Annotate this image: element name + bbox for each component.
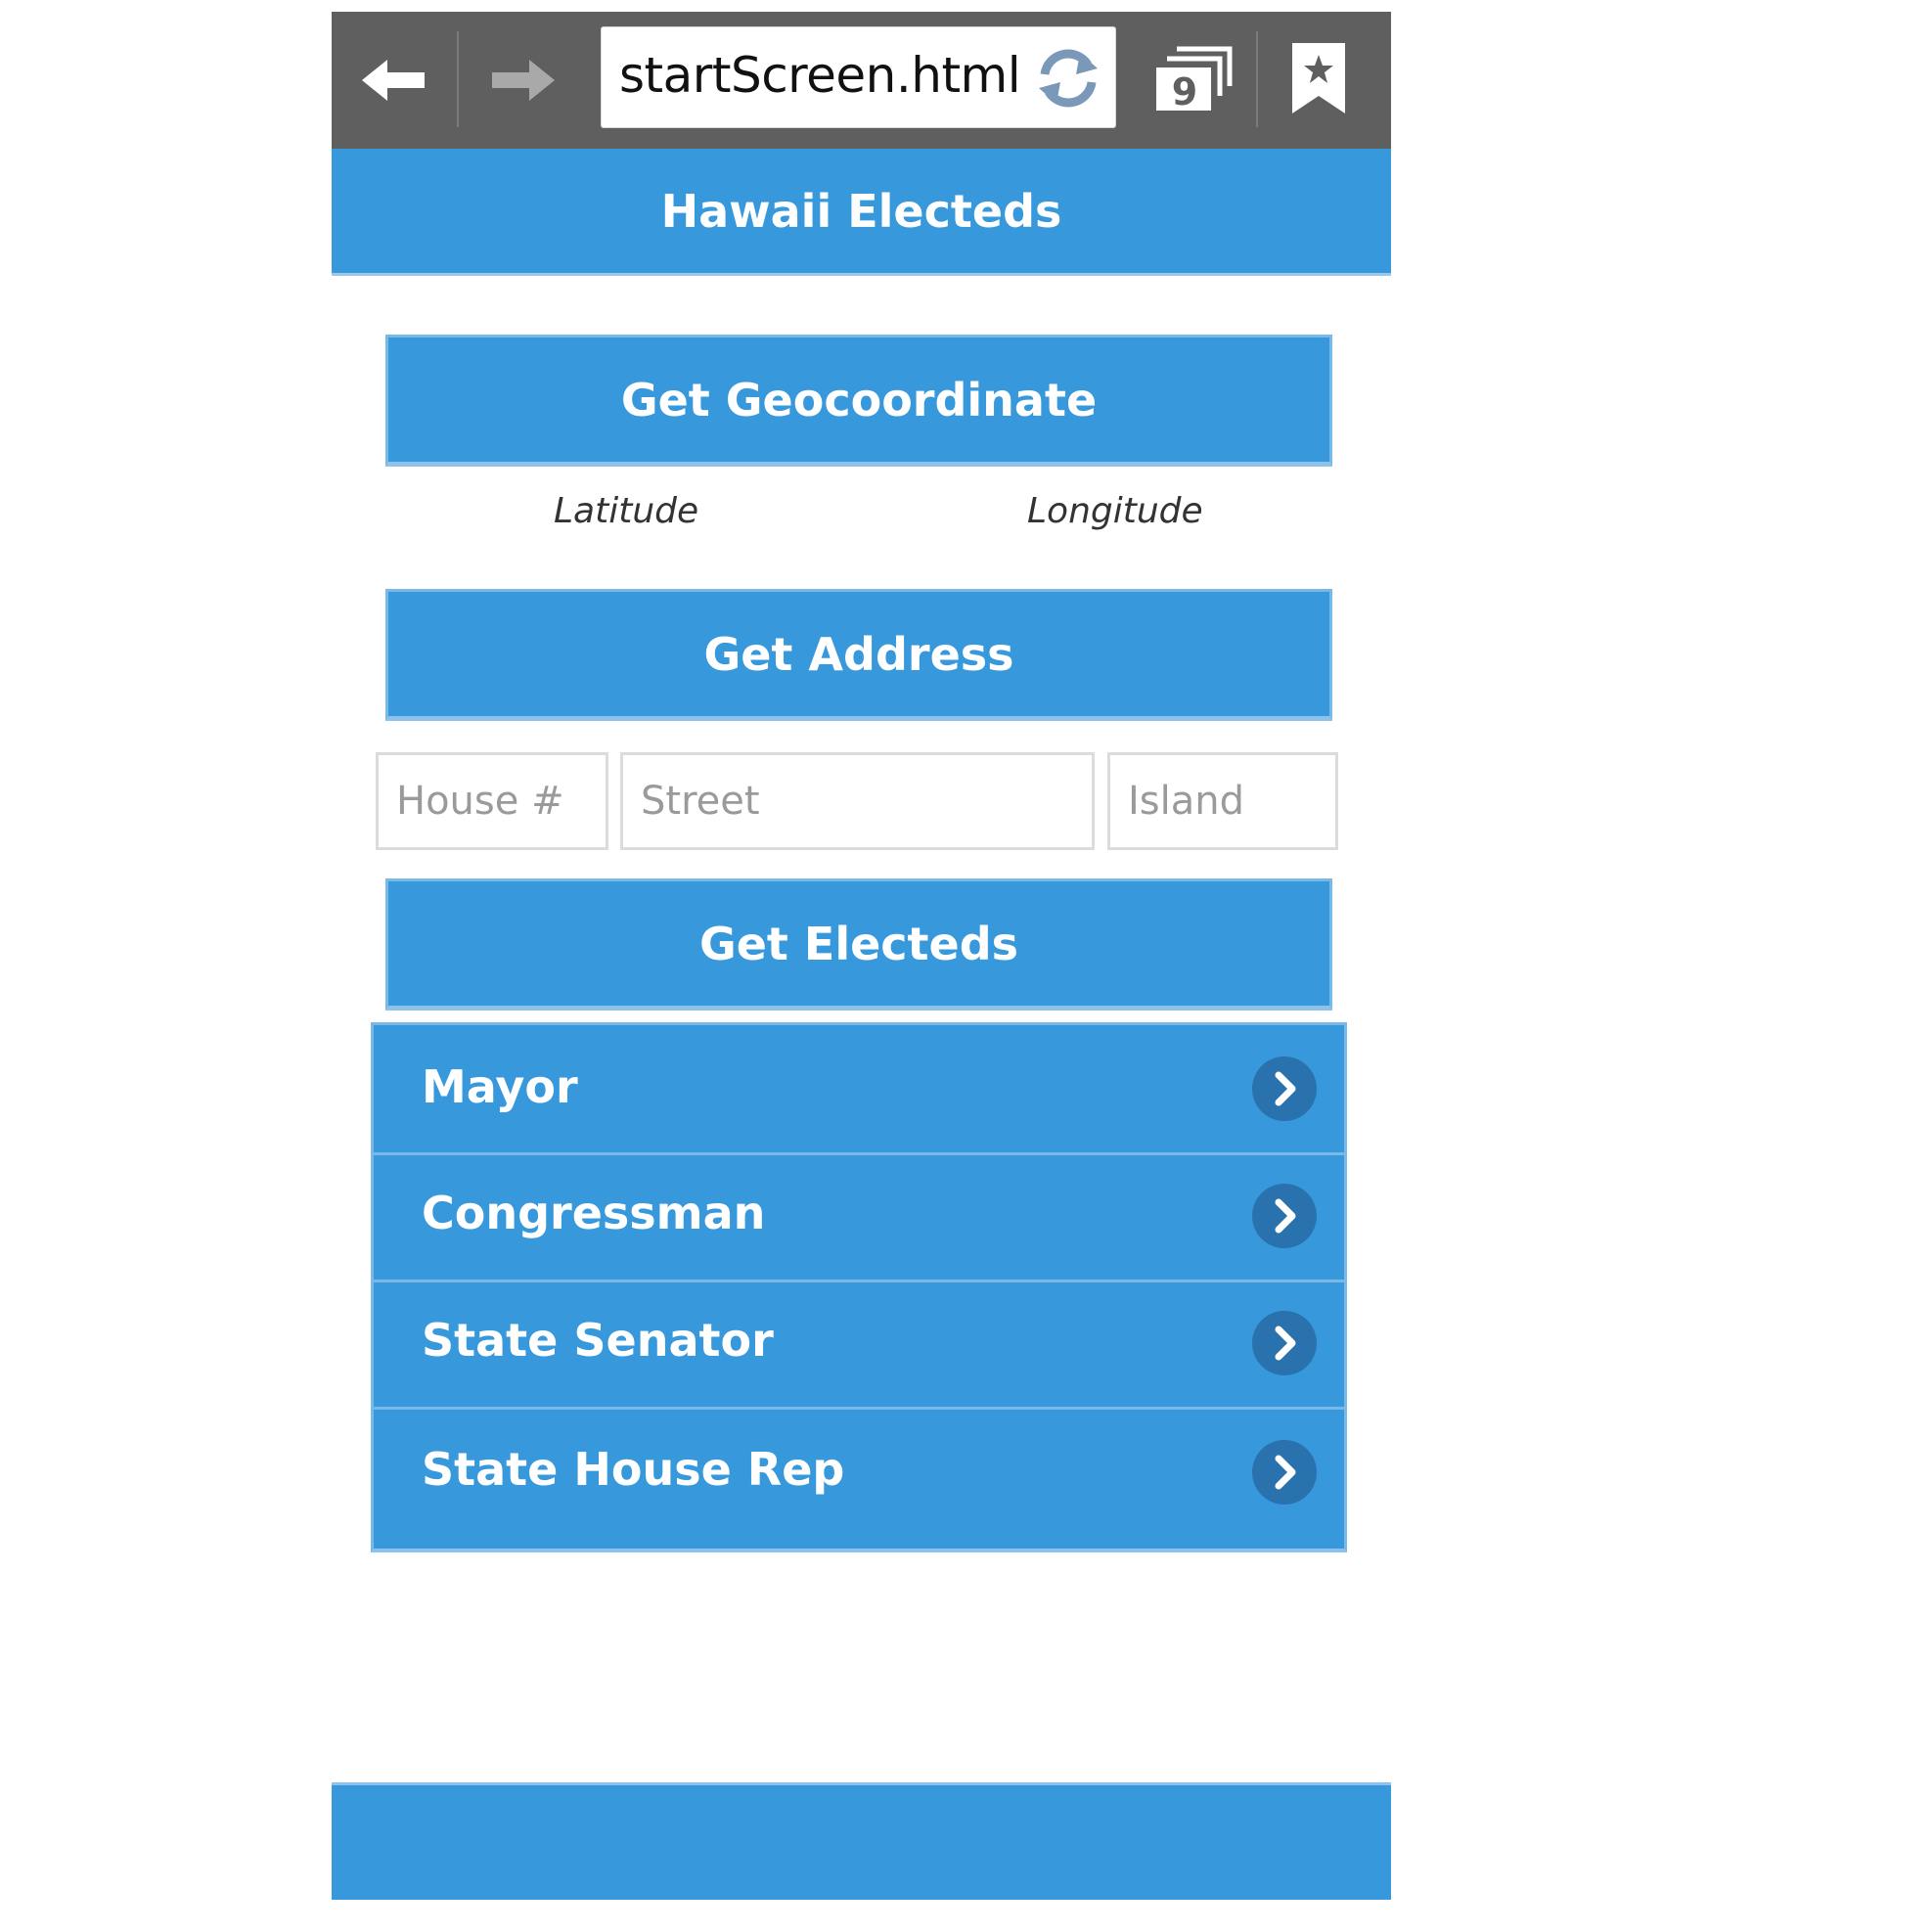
list-item-label: State Senator xyxy=(422,1314,774,1367)
page-title: Hawaii Electeds xyxy=(660,184,1062,238)
chevron-right-icon xyxy=(1252,1311,1317,1375)
list-item-congressman[interactable]: Congressman xyxy=(374,1152,1344,1280)
back-arrow-icon xyxy=(362,60,425,101)
browser-toolbar: startScreen.html 9 xyxy=(332,12,1391,149)
house-number-input[interactable] xyxy=(376,752,608,850)
chevron-right-icon xyxy=(1252,1440,1317,1505)
browser-viewport: startScreen.html 9 Hawaii Electeds Get G… xyxy=(332,12,1391,1900)
bookmark-button[interactable] xyxy=(1290,41,1347,115)
bookmark-icon xyxy=(1292,43,1345,113)
list-item-state-house-rep[interactable]: State House Rep xyxy=(374,1407,1344,1549)
list-item-label: Congressman xyxy=(422,1187,766,1239)
get-address-button[interactable]: Get Address xyxy=(385,589,1332,721)
back-button[interactable] xyxy=(332,12,457,149)
island-input[interactable] xyxy=(1107,752,1338,850)
officials-list: Mayor Congressman State Senator State Ho… xyxy=(371,1022,1347,1552)
url-text: startScreen.html xyxy=(619,47,1021,104)
street-input[interactable] xyxy=(620,752,1095,850)
app-header: Hawaii Electeds xyxy=(332,149,1391,276)
get-geocoordinate-button[interactable]: Get Geocoordinate xyxy=(385,335,1332,467)
chevron-right-icon xyxy=(1252,1184,1317,1248)
longitude-label: Longitude xyxy=(1027,491,1203,531)
tabs-button[interactable]: 9 xyxy=(1153,41,1237,119)
toolbar-divider xyxy=(1256,31,1258,127)
list-item-mayor[interactable]: Mayor xyxy=(374,1025,1344,1152)
list-item-label: State House Rep xyxy=(422,1443,845,1496)
list-item-state-senator[interactable]: State Senator xyxy=(374,1280,1344,1407)
latitude-label: Latitude xyxy=(554,491,699,531)
get-electeds-button[interactable]: Get Electeds xyxy=(385,878,1332,1011)
tab-count: 9 xyxy=(1171,70,1198,113)
reload-icon[interactable] xyxy=(1031,43,1105,113)
forward-arrow-icon xyxy=(492,60,555,101)
chevron-right-icon xyxy=(1252,1056,1317,1121)
app-footer xyxy=(332,1782,1391,1900)
forward-button[interactable] xyxy=(459,12,586,149)
url-bar[interactable]: startScreen.html xyxy=(601,26,1116,128)
list-item-label: Mayor xyxy=(422,1060,578,1113)
